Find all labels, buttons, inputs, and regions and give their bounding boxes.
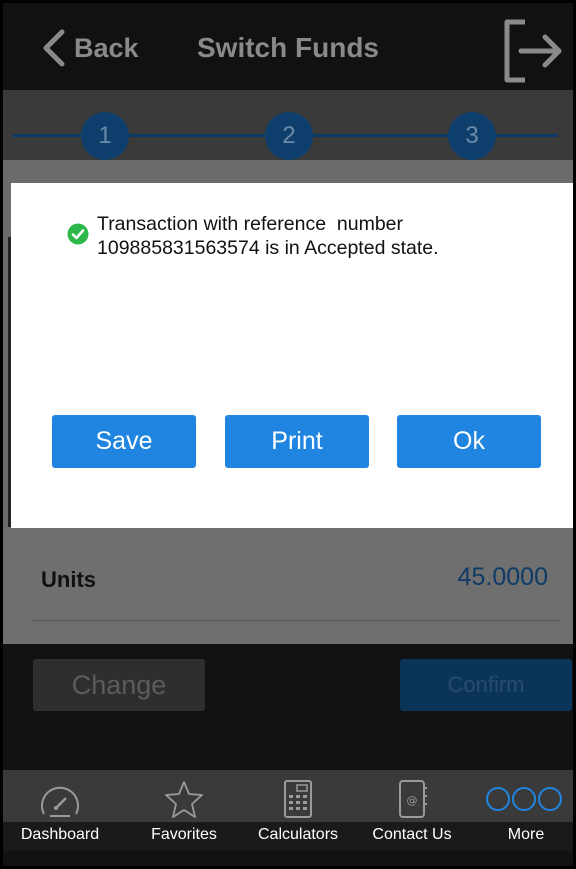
tab-label: Calculators [257,826,339,843]
star-icon [165,781,203,818]
address-book-icon: @ [399,780,427,818]
step-1: 1 [81,112,129,160]
message-line-1: Transaction with reference number [97,213,404,235]
svg-text:@: @ [407,794,418,807]
confirm-button[interactable]: Confirm [400,659,572,711]
more-icon [486,787,562,811]
print-button[interactable]: Print [225,415,369,468]
message-text: Transaction with reference number 109885… [97,212,439,260]
dialog-message: Transaction with reference number 109885… [67,212,537,260]
message-line-2: 109885831563574 is in Accepted state. [97,237,439,259]
tab-label: Contact Us [372,826,452,843]
confirmation-dialog: Transaction with reference number 109885… [11,183,573,528]
tab-bar: Dashboard Favorites Calculators @ Contac… [3,770,573,851]
header-bar: Back Switch Funds [3,3,573,90]
ok-button[interactable]: Ok [397,415,541,468]
page-title: Switch Funds [197,32,379,63]
tab-favorites[interactable]: Favorites [127,770,241,851]
logout-icon[interactable] [499,16,567,86]
save-button[interactable]: Save [52,415,196,468]
tab-label: Favorites [151,826,217,843]
change-button[interactable]: Change [33,659,205,711]
step-2: 2 [265,112,313,160]
units-label: Units [41,567,96,592]
units-value: 45.0000 [457,563,548,591]
tab-label: Dashboard [20,826,100,843]
check-circle-icon [67,223,89,245]
step-3: 3 [448,112,496,160]
tab-contact-us[interactable]: @ Contact Us [355,770,469,851]
action-bar: Change Confirm [3,644,573,770]
tab-more[interactable]: More [469,770,576,851]
units-row: Units 45.0000 [3,527,573,644]
calculator-icon [284,780,312,818]
bottom-strip [3,851,573,866]
divider [31,620,560,621]
speedometer-icon [41,786,79,817]
tab-label: More [507,826,545,843]
tab-calculators[interactable]: Calculators [241,770,355,851]
tab-dashboard[interactable]: Dashboard [3,770,117,851]
step-indicator: 1 2 3 [3,90,573,160]
